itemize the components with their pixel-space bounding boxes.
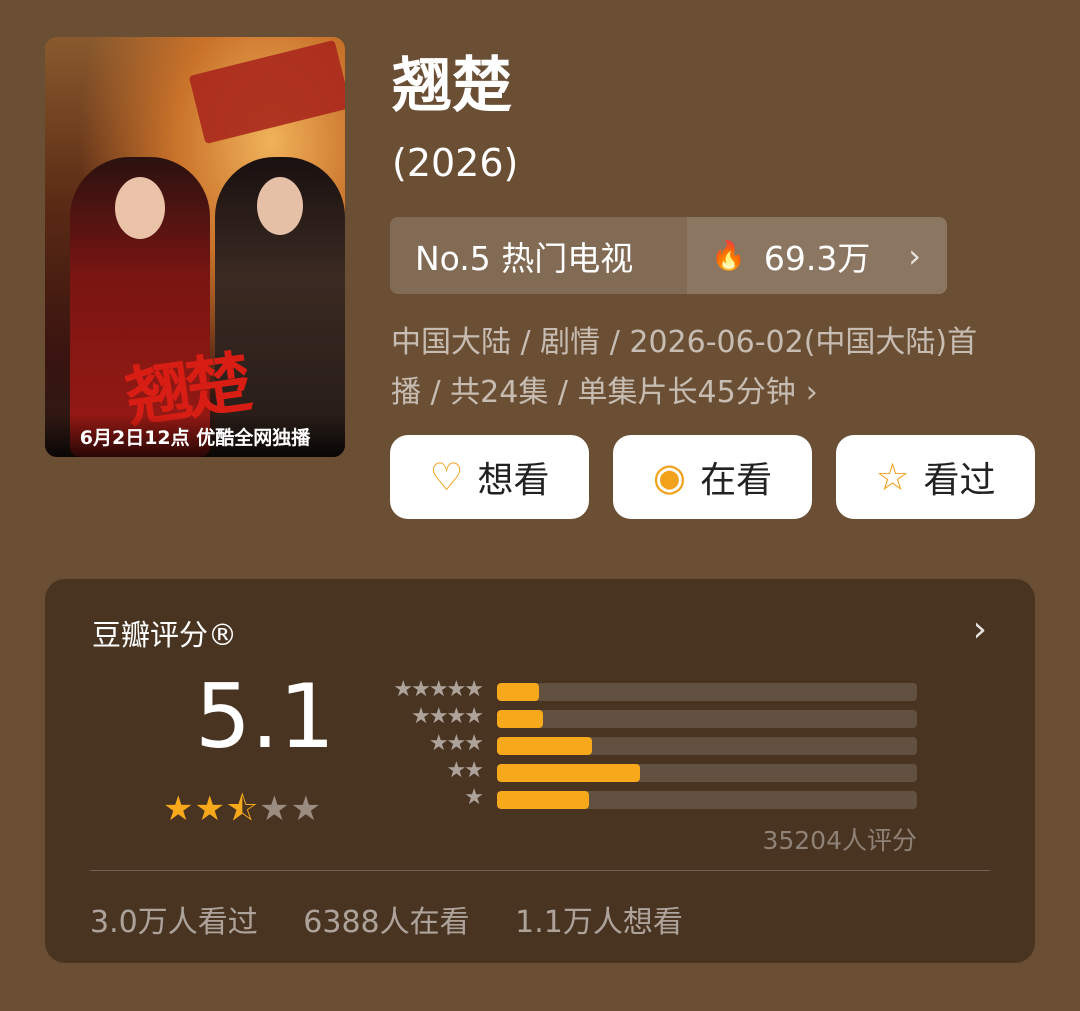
wish-count[interactable]: 1.1万人想看 <box>515 905 683 940</box>
rating-count: 35204人评分 <box>762 826 917 855</box>
page-title: 翘楚 <box>392 51 512 121</box>
watching-button[interactable]: ◉ 在看 <box>613 435 812 519</box>
heart-plus-icon: ♡ <box>429 455 464 499</box>
rating-bar <box>497 683 917 701</box>
rating-bar <box>497 737 917 755</box>
rating-row-stars: ★★★★ <box>411 704 484 729</box>
rating-score: 5.1 <box>195 665 335 768</box>
poster-image[interactable]: 翘楚 6月2日12点 优酷全网独播 <box>45 37 345 457</box>
rating-bar-fill <box>497 737 592 755</box>
rating-row-3: ★★★ <box>375 731 920 756</box>
rating-row-4: ★★★★ <box>375 704 920 729</box>
chevron-right-icon: › <box>908 236 921 275</box>
rating-row-1: ★ <box>375 785 920 810</box>
watched-label: 看过 <box>923 460 996 501</box>
rating-row-stars: ★ <box>464 785 484 810</box>
star-icon: ★ <box>290 789 323 829</box>
heat-value: 69.3万 <box>763 238 871 278</box>
rating-bar <box>497 791 917 809</box>
star-icon: ★ <box>259 789 291 829</box>
poster-caption: 6月2日12点 优酷全网独播 <box>45 415 345 457</box>
rating-bar-fill <box>497 764 640 782</box>
circle-dot-icon: ◉ <box>652 455 687 499</box>
release-year: (2026) <box>392 141 519 185</box>
rating-row-stars: ★★★ <box>428 731 484 756</box>
fire-icon: 🔥 <box>711 239 746 272</box>
chevron-right-icon[interactable]: › <box>973 609 987 650</box>
rating-bar <box>497 764 917 782</box>
rating-row-stars: ★★★★★ <box>393 677 484 702</box>
rating-row-stars: ★★ <box>446 758 484 783</box>
rating-bar-fill <box>497 683 539 701</box>
rating-row-2: ★★ <box>375 758 920 783</box>
rank-label: No.5 热门电视 <box>415 238 634 278</box>
meta-line-2: 播 / 共24集 / 单集片长45分钟 <box>391 375 796 410</box>
chevron-right-icon: › <box>805 375 818 410</box>
star-icon: ★ <box>194 789 226 829</box>
rating-card[interactable]: 豆瓣评分® › 5.1 ★★⯪★★ ★★★★★ ★★★★ ★★★ ★★ ★ 35… <box>45 579 1035 963</box>
heat-section[interactable]: 🔥 69.3万 › <box>687 217 947 294</box>
meta-info[interactable]: 中国大陆 / 剧情 / 2026-06-02(中国大陆)首 播 / 共24集 /… <box>391 318 1041 418</box>
star-outline-icon: ☆ <box>875 455 910 499</box>
watched-count[interactable]: 3.0万人看过 <box>90 905 258 940</box>
watching-label: 在看 <box>700 460 773 501</box>
rating-footer: 3.0万人看过 6388人在看 1.1万人想看 <box>90 897 719 941</box>
star-icon: ★ <box>163 789 195 829</box>
want-to-watch-label: 想看 <box>477 460 550 501</box>
watched-button[interactable]: ☆ 看过 <box>836 435 1035 519</box>
rating-label: 豆瓣评分® <box>92 618 238 652</box>
half-star-icon: ⯪ <box>225 789 260 829</box>
watching-count[interactable]: 6388人在看 <box>303 905 469 940</box>
meta-line-1: 中国大陆 / 剧情 / 2026-06-02(中国大陆)首 <box>391 325 978 360</box>
rating-row-5: ★★★★★ <box>375 677 920 702</box>
rating-bar-fill <box>497 710 544 728</box>
rating-stars: ★★⯪★★ <box>163 785 322 842</box>
poster-flag <box>188 39 345 145</box>
divider <box>90 870 990 871</box>
rating-bar <box>497 710 917 728</box>
ranking-badge[interactable]: No.5 热门电视 🔥 69.3万 › <box>390 217 947 294</box>
rating-bar-fill <box>497 791 590 809</box>
want-to-watch-button[interactable]: ♡ 想看 <box>390 435 589 519</box>
